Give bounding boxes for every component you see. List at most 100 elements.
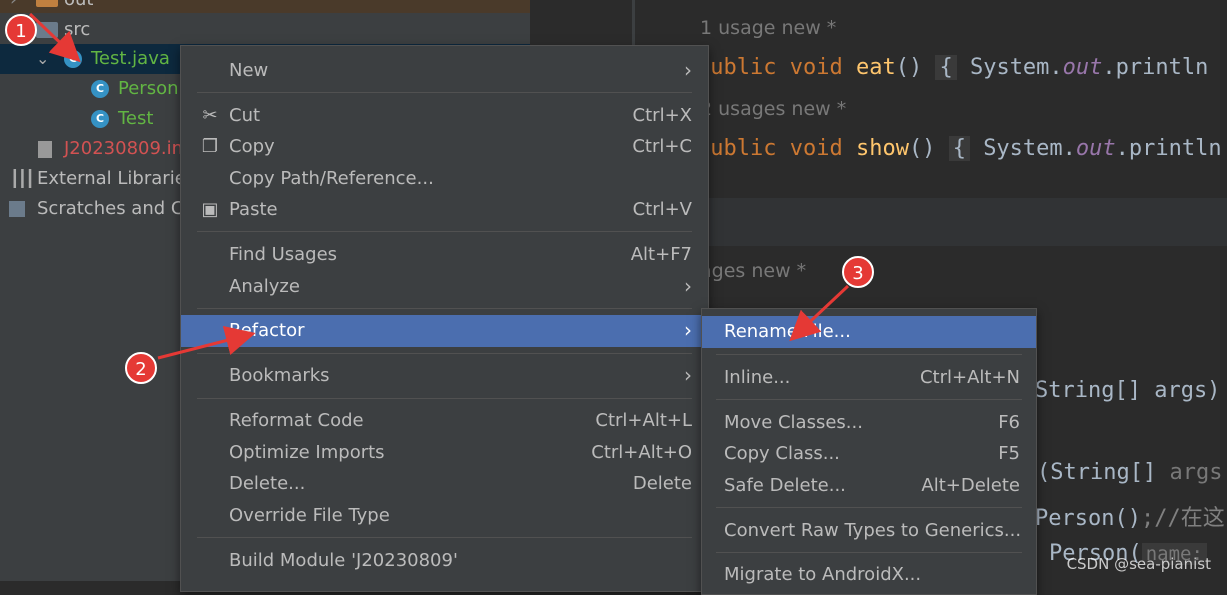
menu-shortcut: Ctrl+X: [632, 105, 692, 126]
usage-hint[interactable]: 1 usage new *: [700, 17, 836, 39]
menu-separator: [197, 231, 692, 232]
code-line-show: public void show() { System.out.println: [697, 136, 1222, 161]
menu-item-safe-delete[interactable]: Safe Delete... Alt+Delete: [702, 470, 1036, 501]
watermark: CSDN @sea-pianist: [1066, 555, 1211, 573]
method-name: show: [855, 136, 909, 161]
project-context-menu: New › ✂ Cut Ctrl+X ❐ Copy Ctrl+C Copy Pa…: [180, 45, 709, 592]
source-folder-icon: [36, 22, 58, 38]
code-text: System.: [983, 136, 1076, 161]
menu-item-label: Copy Class...: [724, 443, 840, 464]
menu-item-find-usages[interactable]: Find Usages Alt+F7: [181, 239, 708, 270]
tree-item-label: External Libraries: [37, 168, 196, 189]
class-icon: C: [91, 80, 109, 98]
menu-item-label: Reformat Code: [229, 410, 364, 431]
menu-item-rename-file[interactable]: Rename File...: [702, 316, 1036, 348]
tree-item-label: src: [64, 19, 91, 40]
menu-separator: [197, 308, 692, 309]
menu-item-delete[interactable]: Delete... Delete: [181, 468, 708, 499]
folded-brace[interactable]: {: [935, 55, 957, 80]
menu-item-label: Build Module 'J20230809': [229, 550, 458, 571]
menu-shortcut: F6: [998, 412, 1020, 433]
menu-item-copy-class[interactable]: Copy Class... F5: [702, 438, 1036, 469]
step-badge-3: 3: [842, 256, 874, 288]
menu-item-analyze[interactable]: Analyze ›: [181, 271, 708, 302]
parens: (): [895, 55, 923, 80]
menu-item-label: Safe Delete...: [724, 475, 846, 496]
scratches-icon: [9, 201, 25, 217]
menu-separator: [197, 537, 692, 538]
menu-item-refactor[interactable]: Refactor ›: [181, 315, 708, 347]
submenu-arrow-icon: ›: [684, 274, 692, 298]
menu-item-migrate-androidx[interactable]: Migrate to AndroidX...: [702, 559, 1036, 590]
menu-item-copy[interactable]: ❐ Copy Ctrl+C: [181, 131, 708, 162]
tree-item-label: out: [64, 0, 93, 15]
menu-separator: [197, 92, 692, 93]
clipboard-icon: ▣: [201, 199, 219, 220]
menu-separator: [716, 399, 1022, 400]
libraries-icon: ┃┃┃: [10, 169, 35, 188]
tree-item-label: Test.java: [91, 48, 170, 69]
menu-item-move-classes[interactable]: Move Classes... F6: [702, 407, 1036, 438]
menu-separator: [716, 354, 1022, 355]
menu-item-new[interactable]: New ›: [181, 55, 708, 86]
menu-item-paste[interactable]: ▣ Paste Ctrl+V: [181, 194, 708, 225]
refactor-submenu: Rename File... Inline... Ctrl+Alt+N Move…: [701, 308, 1037, 595]
tree-item-src[interactable]: src: [0, 15, 530, 45]
menu-separator: [716, 507, 1022, 508]
java-class-icon: C: [64, 50, 82, 68]
folded-brace[interactable]: {: [948, 136, 970, 161]
tree-item-label: J20230809.iml: [64, 138, 195, 159]
tree-item-label: Person: [118, 78, 179, 99]
code-text: Person(): [1035, 506, 1141, 531]
code-text: System.: [969, 55, 1063, 80]
code-text: (String[]: [1037, 460, 1170, 485]
method-name: eat: [855, 55, 896, 80]
usage-hint[interactable]: 2 usages new *: [700, 98, 846, 120]
menu-shortcut: Ctrl+Alt+L: [595, 410, 692, 431]
code-line-args: String[] args): [1035, 378, 1221, 403]
menu-shortcut: F5: [998, 443, 1020, 464]
menu-item-optimize-imports[interactable]: Optimize Imports Ctrl+Alt+O: [181, 437, 708, 468]
menu-shortcut: Ctrl+Alt+O: [591, 442, 692, 463]
menu-separator: [197, 398, 692, 399]
menu-shortcut: Alt+Delete: [921, 475, 1020, 496]
menu-item-label: New: [229, 60, 269, 81]
step-badge-1: 1: [5, 14, 37, 46]
copy-icon: ❐: [201, 136, 219, 157]
step-badge-2: 2: [125, 352, 157, 384]
menu-item-bookmarks[interactable]: Bookmarks ›: [181, 360, 708, 391]
code-text: .println: [1115, 136, 1222, 161]
menu-item-label: Optimize Imports: [229, 442, 385, 463]
menu-item-reformat-code[interactable]: Reformat Code Ctrl+Alt+L: [181, 405, 708, 436]
code-text: .println: [1102, 55, 1209, 80]
menu-item-inline[interactable]: Inline... Ctrl+Alt+N: [702, 362, 1036, 393]
menu-item-build-module[interactable]: Build Module 'J20230809': [181, 545, 708, 576]
usage-hint[interactable]: ages new *: [700, 260, 806, 282]
menu-shortcut: Alt+F7: [630, 244, 692, 265]
tree-item-label: Test: [118, 108, 154, 129]
menu-item-override-file-type[interactable]: Override File Type: [181, 500, 708, 531]
menu-item-label: Inline...: [724, 367, 791, 388]
menu-item-copy-path[interactable]: Copy Path/Reference...: [181, 163, 708, 194]
code-param: args: [1169, 460, 1223, 485]
folder-icon: [36, 0, 58, 7]
class-separator: [635, 198, 1227, 246]
submenu-arrow-icon: ›: [684, 58, 692, 82]
menu-item-label: Override File Type: [229, 505, 390, 526]
menu-item-cut[interactable]: ✂ Cut Ctrl+X: [181, 100, 708, 131]
code-comment: ;//在这: [1140, 506, 1225, 531]
keyword: public void: [697, 136, 843, 161]
module-file-icon: [38, 141, 52, 158]
code-line-person: Person();//在这: [1035, 500, 1225, 532]
tree-item-out[interactable]: › out: [0, 0, 530, 15]
menu-shortcut: Ctrl+V: [632, 199, 692, 220]
menu-separator: [197, 353, 692, 354]
chevron-down-icon[interactable]: ⌄: [36, 44, 49, 74]
menu-item-label: Delete...: [229, 473, 306, 494]
menu-item-convert-raw-types[interactable]: Convert Raw Types to Generics...: [702, 515, 1036, 546]
menu-item-label: Copy: [229, 136, 275, 157]
menu-item-label: Cut: [229, 105, 261, 126]
chevron-right-icon[interactable]: ›: [10, 0, 17, 15]
menu-item-label: Find Usages: [229, 244, 338, 265]
menu-item-label: Copy Path/Reference...: [229, 168, 434, 189]
